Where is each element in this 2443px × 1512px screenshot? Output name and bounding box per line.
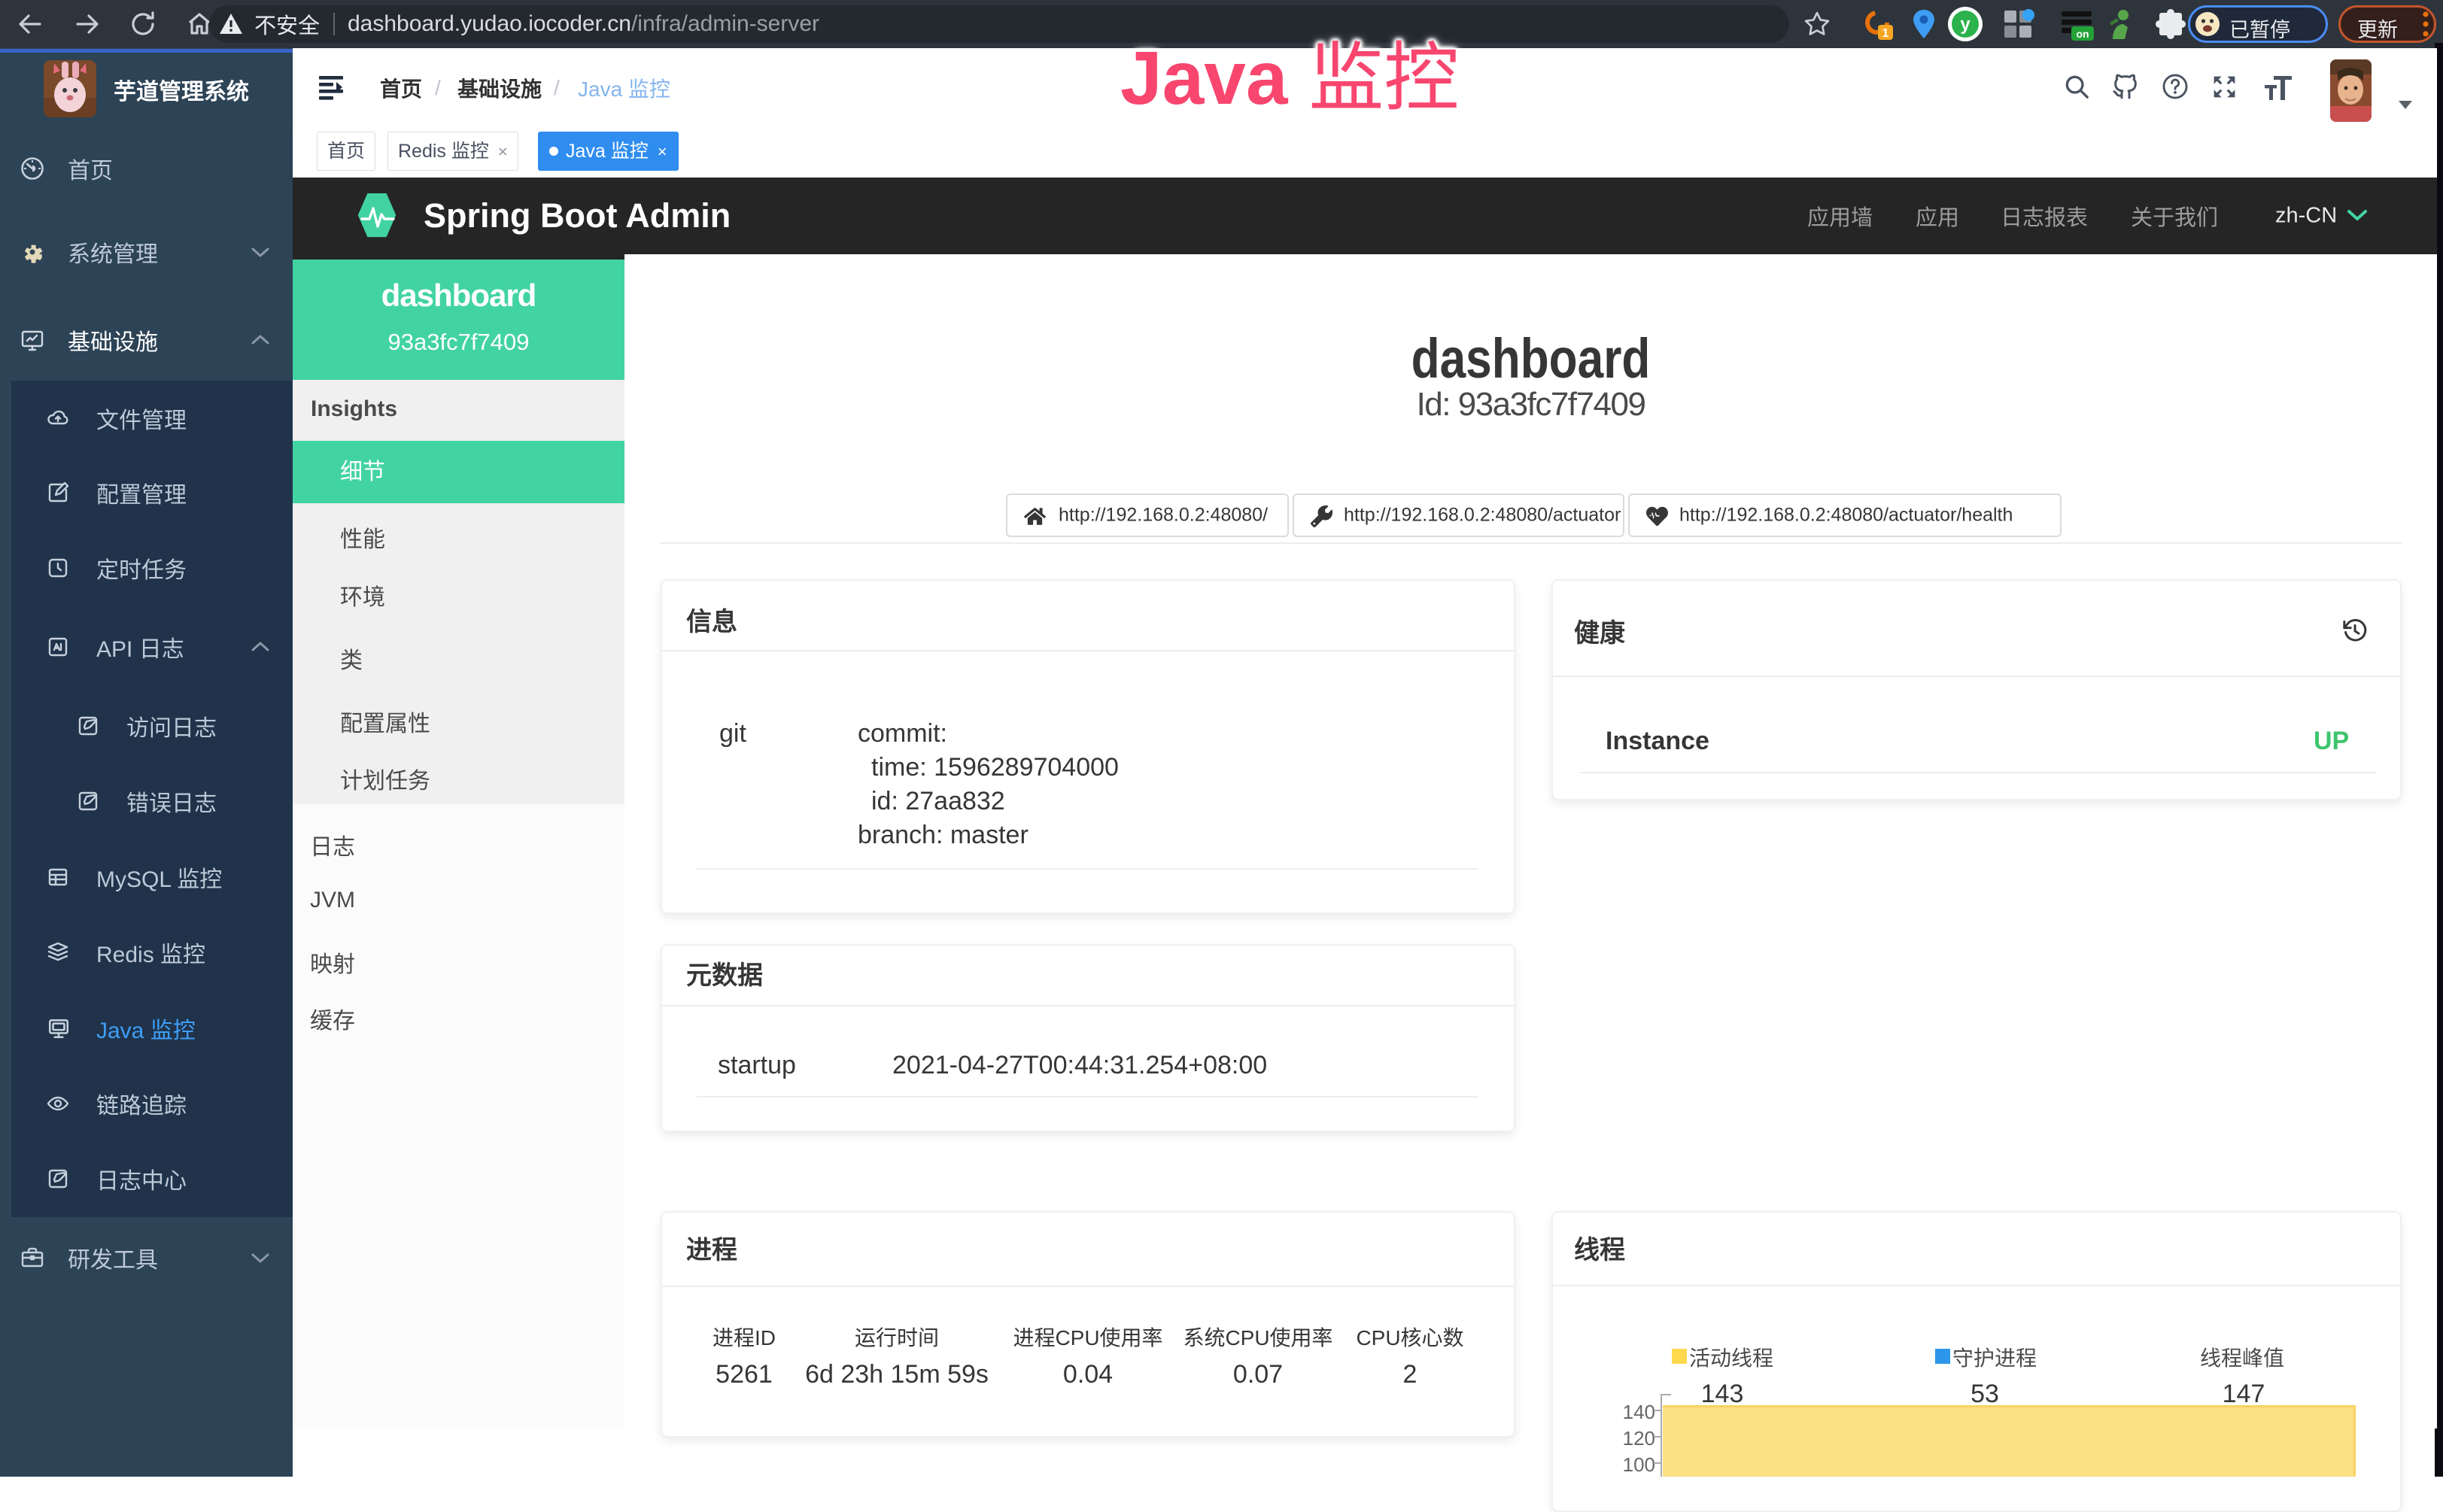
svg-text:1: 1 [1882,27,1889,40]
svg-text:y: y [1960,14,1971,35]
svg-text:on: on [2076,28,2089,40]
